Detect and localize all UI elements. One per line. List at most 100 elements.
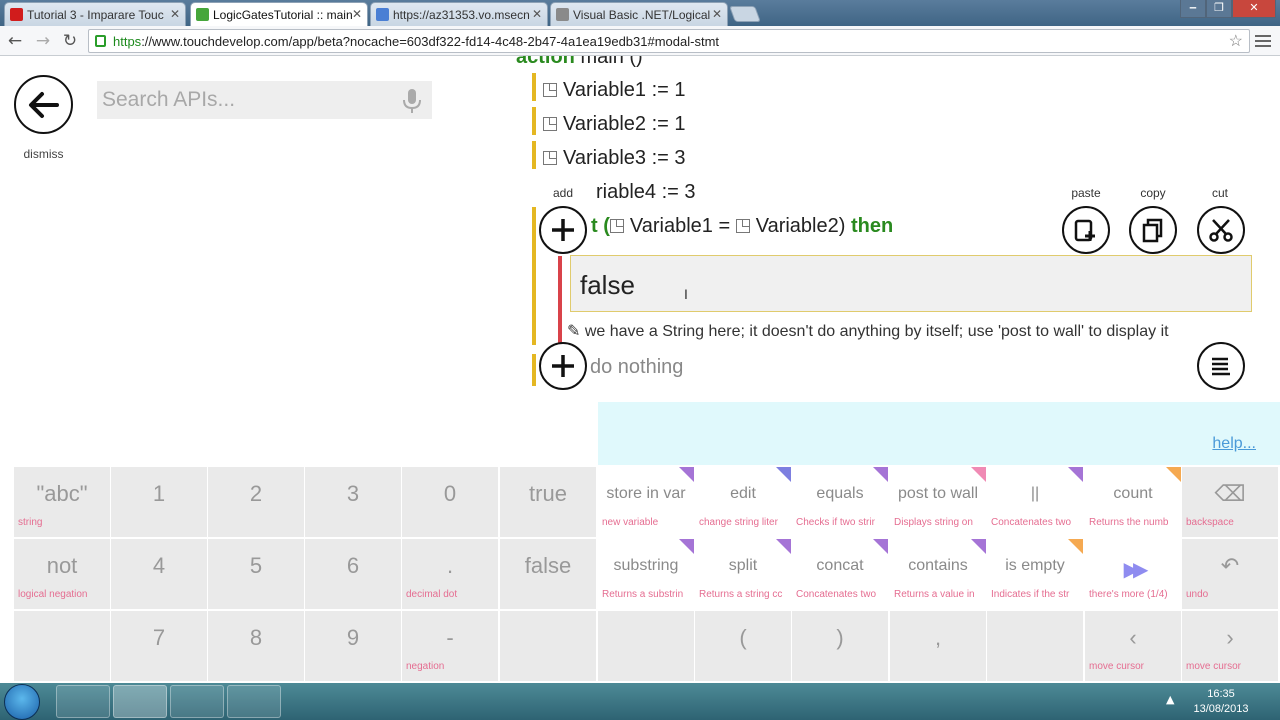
key-hint: Concatenates two bbox=[991, 517, 1072, 528]
keyboard-key[interactable]: true bbox=[500, 467, 596, 537]
keyboard-key[interactable] bbox=[14, 611, 110, 681]
minimize-icon[interactable]: ‒ bbox=[1180, 0, 1206, 18]
block-menu-button[interactable] bbox=[1197, 342, 1245, 390]
explorer-icon[interactable] bbox=[227, 685, 281, 718]
restore-icon[interactable]: ❐ bbox=[1206, 0, 1232, 18]
cut-button[interactable] bbox=[1197, 206, 1245, 254]
keyboard-key[interactable]: split Returns a string cc bbox=[695, 539, 791, 609]
keyboard-key[interactable]: post to wall Displays string on bbox=[890, 467, 986, 537]
key-hint: string bbox=[18, 517, 43, 528]
system-clock[interactable]: 16:35 13/08/2013 bbox=[1186, 687, 1256, 717]
keyboard-key[interactable]: › move cursor bbox=[1182, 611, 1278, 681]
keyboard-key[interactable]: ↶ undo bbox=[1182, 539, 1278, 609]
key-label: 0 bbox=[443, 481, 457, 506]
keyboard-key[interactable]: , bbox=[890, 611, 986, 681]
tray-chevron-icon[interactable]: ▲ bbox=[1166, 693, 1174, 706]
bookmark-star-icon[interactable]: ☆ bbox=[1229, 31, 1243, 51]
add-statement-button[interactable] bbox=[539, 206, 587, 254]
back-arrow-icon[interactable]: ← bbox=[3, 29, 27, 53]
keyboard-key[interactable]: 4 bbox=[111, 539, 207, 609]
forward-arrow-icon[interactable]: → bbox=[31, 29, 55, 53]
keyboard-key[interactable]: false bbox=[500, 539, 596, 609]
keyboard-key[interactable]: . decimal dot bbox=[402, 539, 498, 609]
key-corner-marker bbox=[1166, 467, 1181, 482]
key-label: 1 bbox=[152, 481, 166, 506]
tab-visualbasic[interactable]: Visual Basic .NET/Logical ✕ bbox=[550, 2, 728, 26]
tab-title: Tutorial 3 - Imparare Touc bbox=[27, 8, 164, 22]
help-link[interactable]: help... bbox=[1212, 435, 1256, 453]
reload-icon[interactable]: ↻ bbox=[58, 29, 82, 53]
key-label: substring bbox=[613, 557, 679, 574]
keyboard-key[interactable] bbox=[987, 611, 1083, 681]
dismiss-button[interactable] bbox=[14, 75, 73, 134]
keyboard-key[interactable]: 9 bbox=[305, 611, 401, 681]
keyboard-key[interactable]: equals Checks if two strir bbox=[792, 467, 888, 537]
tab-az31353[interactable]: https://az31353.vo.msecn ✕ bbox=[370, 2, 548, 26]
tab-close-icon[interactable]: ✕ bbox=[712, 7, 722, 21]
keyboard-key[interactable]: 0 bbox=[402, 467, 498, 537]
keyboard-key[interactable]: ( bbox=[695, 611, 791, 681]
keyboard-key[interactable] bbox=[500, 611, 596, 681]
keyboard-key[interactable]: ) bbox=[792, 611, 888, 681]
browser-toolbar: ← → ↻ https://www.touchdevelop.com/app/b… bbox=[0, 26, 1280, 56]
key-hint: Returns a string cc bbox=[699, 589, 783, 600]
keyboard-key[interactable]: substring Returns a substrin bbox=[598, 539, 694, 609]
search-apis-input[interactable] bbox=[97, 81, 432, 119]
keyboard-key[interactable] bbox=[598, 611, 694, 681]
key-label: count bbox=[1113, 485, 1153, 502]
variable-icon bbox=[735, 219, 750, 233]
start-button[interactable] bbox=[4, 684, 40, 720]
if-block-bar bbox=[532, 207, 536, 345]
menu-icon[interactable] bbox=[1255, 33, 1271, 49]
key-hint: change string liter bbox=[699, 517, 778, 528]
keyboard-key[interactable]: - negation bbox=[402, 611, 498, 681]
keyboard-key[interactable]: 5 bbox=[208, 539, 304, 609]
keyboard-key[interactable]: concat Concatenates two bbox=[792, 539, 888, 609]
keyboard-key[interactable]: not logical negation bbox=[14, 539, 110, 609]
keyboard-key[interactable]: ▶▶ there's more (1/4) bbox=[1085, 539, 1181, 609]
code-line-variable3[interactable]: Variable3 := 3 bbox=[543, 143, 686, 173]
keyboard-key[interactable]: 8 bbox=[208, 611, 304, 681]
keyboard-key[interactable]: ⌫ backspace bbox=[1182, 467, 1278, 537]
code-line-variable2[interactable]: Variable2 := 1 bbox=[543, 109, 686, 139]
keyboard-key[interactable]: store in var new variable bbox=[598, 467, 694, 537]
keyboard-key[interactable]: || Concatenates two bbox=[987, 467, 1083, 537]
tab-tutorial3[interactable]: Tutorial 3 - Imparare Touc ✕ bbox=[4, 2, 186, 26]
user-icon[interactable] bbox=[56, 685, 110, 718]
else-do-nothing[interactable]: do nothing bbox=[590, 356, 683, 379]
add-statement-button-2[interactable] bbox=[539, 342, 587, 390]
chrome-icon[interactable] bbox=[113, 685, 167, 718]
tab-close-icon[interactable]: ✕ bbox=[352, 7, 362, 21]
keyboard-key[interactable]: 1 bbox=[111, 467, 207, 537]
key-corner-marker bbox=[873, 539, 888, 554]
keyboard-key[interactable]: 3 bbox=[305, 467, 401, 537]
new-tab-button[interactable] bbox=[729, 6, 761, 22]
key-label: edit bbox=[730, 485, 756, 502]
close-window-icon[interactable]: ✕ bbox=[1232, 0, 1276, 18]
keyboard-key[interactable]: edit change string liter bbox=[695, 467, 791, 537]
tab-logicgates[interactable]: LogicGatesTutorial :: main ✕ bbox=[190, 2, 368, 26]
keyboard-key[interactable]: count Returns the numb bbox=[1085, 467, 1181, 537]
keyboard-key[interactable]: ‹ move cursor bbox=[1085, 611, 1181, 681]
code-line-variable1[interactable]: Variable1 := 1 bbox=[543, 75, 686, 105]
keyboard-key[interactable]: 7 bbox=[111, 611, 207, 681]
keyboard-key[interactable]: contains Returns a value in bbox=[890, 539, 986, 609]
key-label: split bbox=[728, 557, 758, 574]
word-icon[interactable] bbox=[170, 685, 224, 718]
copy-button[interactable] bbox=[1129, 206, 1177, 254]
microphone-icon[interactable] bbox=[400, 88, 424, 114]
address-bar[interactable]: https://www.touchdevelop.com/app/beta?no… bbox=[88, 29, 1250, 53]
keyboard-key[interactable]: is empty Indicates if the str bbox=[987, 539, 1083, 609]
tab-close-icon[interactable]: ✕ bbox=[170, 7, 180, 21]
keyboard-key[interactable]: 6 bbox=[305, 539, 401, 609]
expression-edit-box[interactable]: false I bbox=[570, 255, 1252, 312]
tab-close-icon[interactable]: ✕ bbox=[532, 7, 542, 21]
paste-button[interactable] bbox=[1062, 206, 1110, 254]
key-label: 9 bbox=[346, 625, 360, 650]
if-condition-line[interactable]: t (Variable1 = Variable2) then bbox=[591, 211, 893, 241]
key-label: ‹ bbox=[1129, 625, 1137, 650]
code-line-variable4[interactable]: riable4 := 3 bbox=[596, 177, 696, 207]
add-label: add bbox=[552, 186, 574, 200]
keyboard-key[interactable]: 2 bbox=[208, 467, 304, 537]
keyboard-key[interactable]: "abc" string bbox=[14, 467, 110, 537]
